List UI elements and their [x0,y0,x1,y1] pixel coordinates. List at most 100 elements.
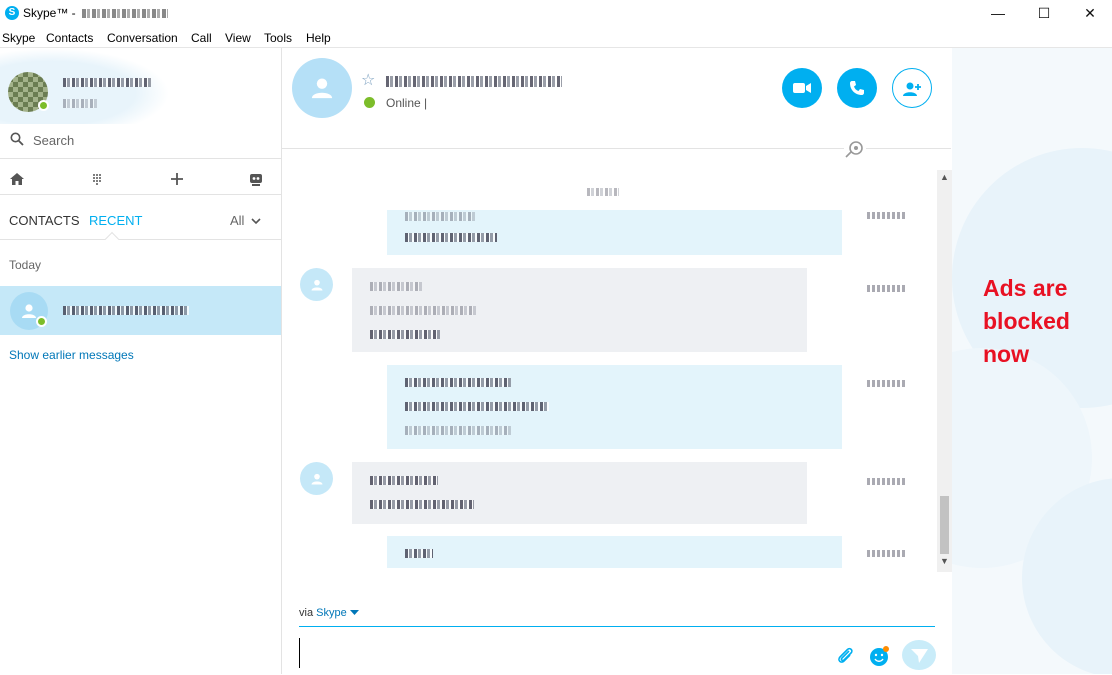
emoticon-icon[interactable] [868,645,890,667]
person-icon [311,279,322,290]
day-separator-redacted [587,188,619,196]
menu-call[interactable]: Call [191,31,212,45]
status-label: Online [386,96,421,110]
window-title-label: Skype™ - [23,6,80,20]
add-icon[interactable] [168,170,186,188]
skype-logo-icon: S [5,6,19,20]
message-time-redacted [867,212,905,219]
audio-call-button[interactable] [837,68,877,108]
chevron-down-icon [251,218,261,225]
add-person-icon [903,82,921,96]
window-title: Skype™ - [23,6,169,20]
message-text-redacted [405,378,511,387]
filter-label: All [230,213,245,228]
attachment-icon[interactable] [834,645,856,667]
participants-icon[interactable] [844,140,866,158]
sender-avatar [300,462,333,495]
status-separator: | [424,96,428,110]
scroll-up-icon[interactable]: ▲ [937,170,952,185]
profile-presence-icon [38,100,49,111]
message-time-redacted [867,478,905,485]
message-text-redacted [405,426,511,435]
message-time-redacted [867,550,905,557]
show-earlier-messages-link[interactable]: Show earlier messages [9,348,134,362]
menu-view[interactable]: View [225,31,251,45]
search-input[interactable] [33,130,263,150]
person-icon [22,304,36,318]
search-divider [0,158,281,159]
menu-help[interactable]: Help [306,31,331,45]
person-icon [311,473,322,484]
conversation-status: Online | [386,96,427,110]
via-label: via [299,607,314,619]
section-label-today: Today [9,258,42,272]
phone-icon [850,81,864,95]
sidebar: CONTACTS RECENT All Today Show earlier m… [0,48,282,674]
bot-icon[interactable] [247,170,265,188]
conversation-pane: ☆ Online | ▲ ▼ via Skype [282,48,952,674]
menu-skype[interactable]: Skype [2,31,35,45]
message-text-redacted [405,549,433,558]
message-text-redacted [370,476,438,485]
message-text-redacted [370,306,476,315]
sender-avatar [300,268,333,301]
active-tab-indicator [104,231,120,247]
send-icon [911,649,928,663]
message-history [282,170,937,572]
ad-pane: Ads are blocked now [952,48,1112,674]
dialpad-icon[interactable] [88,170,106,188]
toolbar-divider [0,194,281,195]
search-row [0,124,281,158]
message-text-redacted [370,282,422,291]
message-bubble-outgoing [387,536,842,568]
message-bubble-outgoing [387,365,842,449]
message-bubble-incoming [352,268,807,352]
contact-name-redacted [63,306,189,315]
person-icon [311,78,333,99]
send-via-selector[interactable]: via Skype [299,607,359,619]
add-participant-button[interactable] [892,68,932,108]
profile-mood-redacted[interactable] [63,99,97,108]
caret-down-icon [349,610,359,615]
message-time-redacted [867,285,905,292]
tab-contacts[interactable]: CONTACTS [9,213,80,228]
send-button[interactable] [902,640,936,670]
conversation-title-redacted[interactable] [386,76,562,87]
menu-contacts[interactable]: Contacts [46,31,93,45]
profile-name-redacted[interactable] [63,78,151,87]
message-text-redacted [405,212,475,221]
video-call-button[interactable] [782,68,822,108]
maximize-button[interactable]: ☐ [1021,0,1067,29]
tabs-divider [0,239,281,240]
message-scrollbar[interactable]: ▲ ▼ [937,170,952,572]
message-bubble-incoming [352,462,807,524]
compose-divider [299,626,935,627]
message-time-redacted [867,380,905,387]
conversation-avatar[interactable] [292,58,352,118]
settings-icon [845,141,863,158]
favorite-star-icon[interactable]: ☆ [361,70,375,90]
contact-presence-icon [36,316,47,327]
home-icon[interactable] [8,170,26,188]
online-status-icon [364,97,375,108]
video-camera-icon [793,83,811,93]
message-text-redacted [405,402,549,411]
message-text-redacted [370,330,440,339]
menu-tools[interactable]: Tools [264,31,292,45]
message-text-redacted [405,233,497,242]
minimize-button[interactable]: — [975,0,1021,29]
ads-blocked-message: Ads are blocked now [983,275,1070,367]
redacted-username [82,9,169,19]
recent-conversation-item[interactable] [0,286,281,335]
message-text-redacted [370,500,474,509]
tab-recent[interactable]: RECENT [89,213,142,228]
menu-bar: Skype Contacts Conversation Call View To… [0,29,1112,48]
message-input[interactable] [299,638,819,668]
filter-dropdown[interactable]: All [230,213,261,228]
search-icon [10,132,24,146]
close-button[interactable]: ✕ [1067,0,1112,29]
via-service[interactable]: Skype [316,607,347,619]
scrollbar-thumb[interactable] [940,496,949,554]
menu-conversation[interactable]: Conversation [107,31,178,45]
scroll-down-icon[interactable]: ▼ [937,554,952,569]
